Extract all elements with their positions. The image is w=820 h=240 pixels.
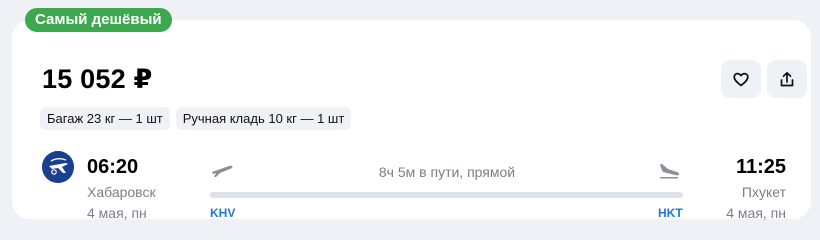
- route-bar: [210, 192, 683, 198]
- arrival-city: Пхукет: [741, 184, 786, 200]
- airline-logo-icon: [42, 151, 74, 183]
- baggage-chip: Багаж 23 кг — 1 шт: [40, 107, 170, 130]
- departure-iata-code: KHV: [210, 206, 236, 220]
- arrival-time: 11:25: [735, 156, 786, 178]
- share-button[interactable]: [767, 60, 807, 98]
- flight-offer-card[interactable]: 15 052 ₽ Багаж 23 кг — 1 шт Ручная кладь…: [12, 20, 811, 221]
- cheapest-badge: Самый дешёвый: [25, 8, 172, 32]
- offer-price: 15 052 ₽: [42, 64, 153, 94]
- flight-duration: 8ч 5м в пути, прямой: [378, 164, 516, 180]
- baggage-info: Багаж 23 кг — 1 шт Ручная кладь 10 кг — …: [40, 107, 352, 130]
- heart-icon: [733, 72, 749, 86]
- departure-city: Хабаровск: [87, 184, 156, 200]
- departure-date: 4 мая, пн: [87, 205, 147, 221]
- hand-luggage-chip: Ручная кладь 10 кг — 1 шт: [175, 107, 352, 130]
- arrival-plane-icon: [660, 164, 680, 179]
- share-icon: [780, 71, 794, 86]
- favorite-button[interactable]: [721, 60, 761, 98]
- departure-time: 06:20: [87, 156, 139, 178]
- arrival-iata-code: HKT: [658, 206, 683, 220]
- arrival-date: 4 мая, пн: [726, 205, 786, 221]
